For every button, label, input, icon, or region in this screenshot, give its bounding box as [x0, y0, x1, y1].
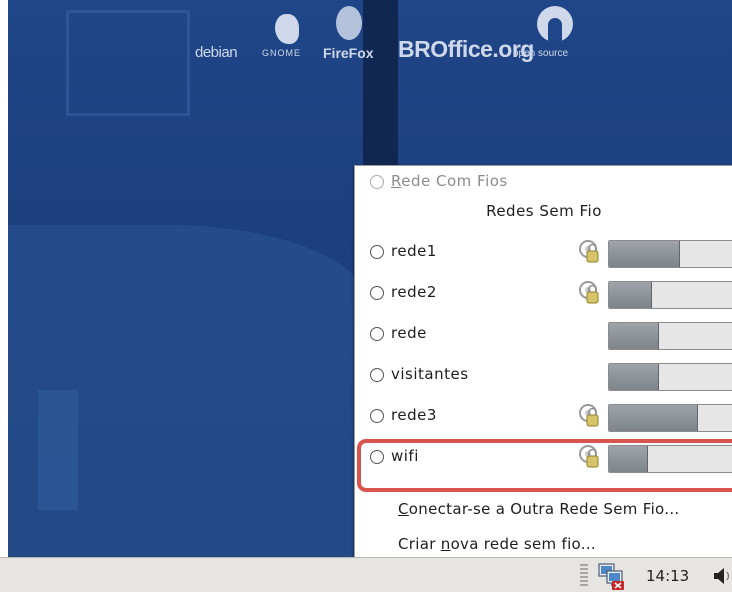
create-new-network-item[interactable]: Criar nova rede sem fio...: [398, 535, 596, 553]
wireless-network-item-rede1[interactable]: rede1: [355, 235, 732, 273]
network-menu: Rede Com Fios Redes Sem Fio rede1 rede2 re…: [354, 165, 732, 564]
wallpaper-frame-decoration: [66, 10, 190, 116]
wired-network-item[interactable]: Rede Com Fios: [355, 166, 732, 200]
network-name: rede: [391, 324, 427, 342]
wireless-network-item-rede2[interactable]: rede2: [355, 276, 732, 314]
opensource-logo-text: open source: [513, 48, 569, 59]
wireless-network-item-visitantes[interactable]: visitantes: [355, 358, 732, 396]
wireless-security-lock-icon: [578, 403, 600, 429]
network-name: wifi: [391, 447, 419, 465]
signal-strength-bar: [608, 363, 732, 391]
signal-strength-bar: [608, 322, 732, 350]
wireless-network-item-rede[interactable]: rede: [355, 317, 732, 355]
signal-strength-bar: [608, 404, 732, 432]
network-radio[interactable]: [370, 409, 384, 423]
wallpaper-shape-small: [38, 390, 78, 510]
gnome-logo-text: GNOME: [262, 48, 302, 58]
network-radio[interactable]: [370, 368, 384, 382]
signal-strength-fill: [609, 446, 649, 472]
taskbar: 14:13: [0, 557, 732, 592]
network-name: rede1: [391, 242, 437, 260]
firefox-logo-icon: [336, 6, 362, 40]
wireless-security-lock-icon: [578, 444, 600, 470]
wireless-security-lock-icon: [578, 239, 600, 265]
open-source-logo-inner: [548, 18, 562, 42]
clock[interactable]: 14:13: [646, 567, 689, 585]
signal-strength-bar: [608, 240, 732, 268]
signal-strength-fill: [609, 323, 659, 349]
panel-drag-handle[interactable]: [580, 564, 588, 588]
network-radio[interactable]: [370, 286, 384, 300]
connect-other-network-item[interactable]: Conectar-se a Outra Rede Sem Fio...: [398, 500, 679, 518]
network-radio[interactable]: [370, 327, 384, 341]
gnome-foot-icon: [275, 14, 299, 44]
wireless-security-lock-icon: [578, 280, 600, 306]
signal-strength-bar: [608, 281, 732, 309]
wireless-network-item-rede3[interactable]: rede3: [355, 399, 732, 437]
wired-network-label: Rede Com Fios: [391, 172, 508, 190]
wireless-network-item-wifi[interactable]: wifi: [355, 440, 732, 478]
network-name: visitantes: [391, 365, 469, 383]
signal-strength-fill: [609, 405, 699, 431]
signal-strength-fill: [609, 241, 681, 267]
network-status-icon[interactable]: [597, 560, 625, 590]
signal-strength-fill: [609, 364, 659, 390]
network-radio[interactable]: [370, 450, 384, 464]
volume-icon[interactable]: [713, 567, 732, 585]
signal-strength-bar: [608, 445, 732, 473]
signal-strength-fill: [609, 282, 653, 308]
network-name: rede2: [391, 283, 437, 301]
wireless-networks-header: Redes Sem Fio: [486, 202, 602, 220]
network-radio[interactable]: [370, 245, 384, 259]
wired-radio[interactable]: [370, 175, 384, 189]
firefox-logo-text: FireFox: [323, 45, 374, 61]
debian-logo-text: debian: [195, 44, 238, 61]
network-name: rede3: [391, 406, 437, 424]
